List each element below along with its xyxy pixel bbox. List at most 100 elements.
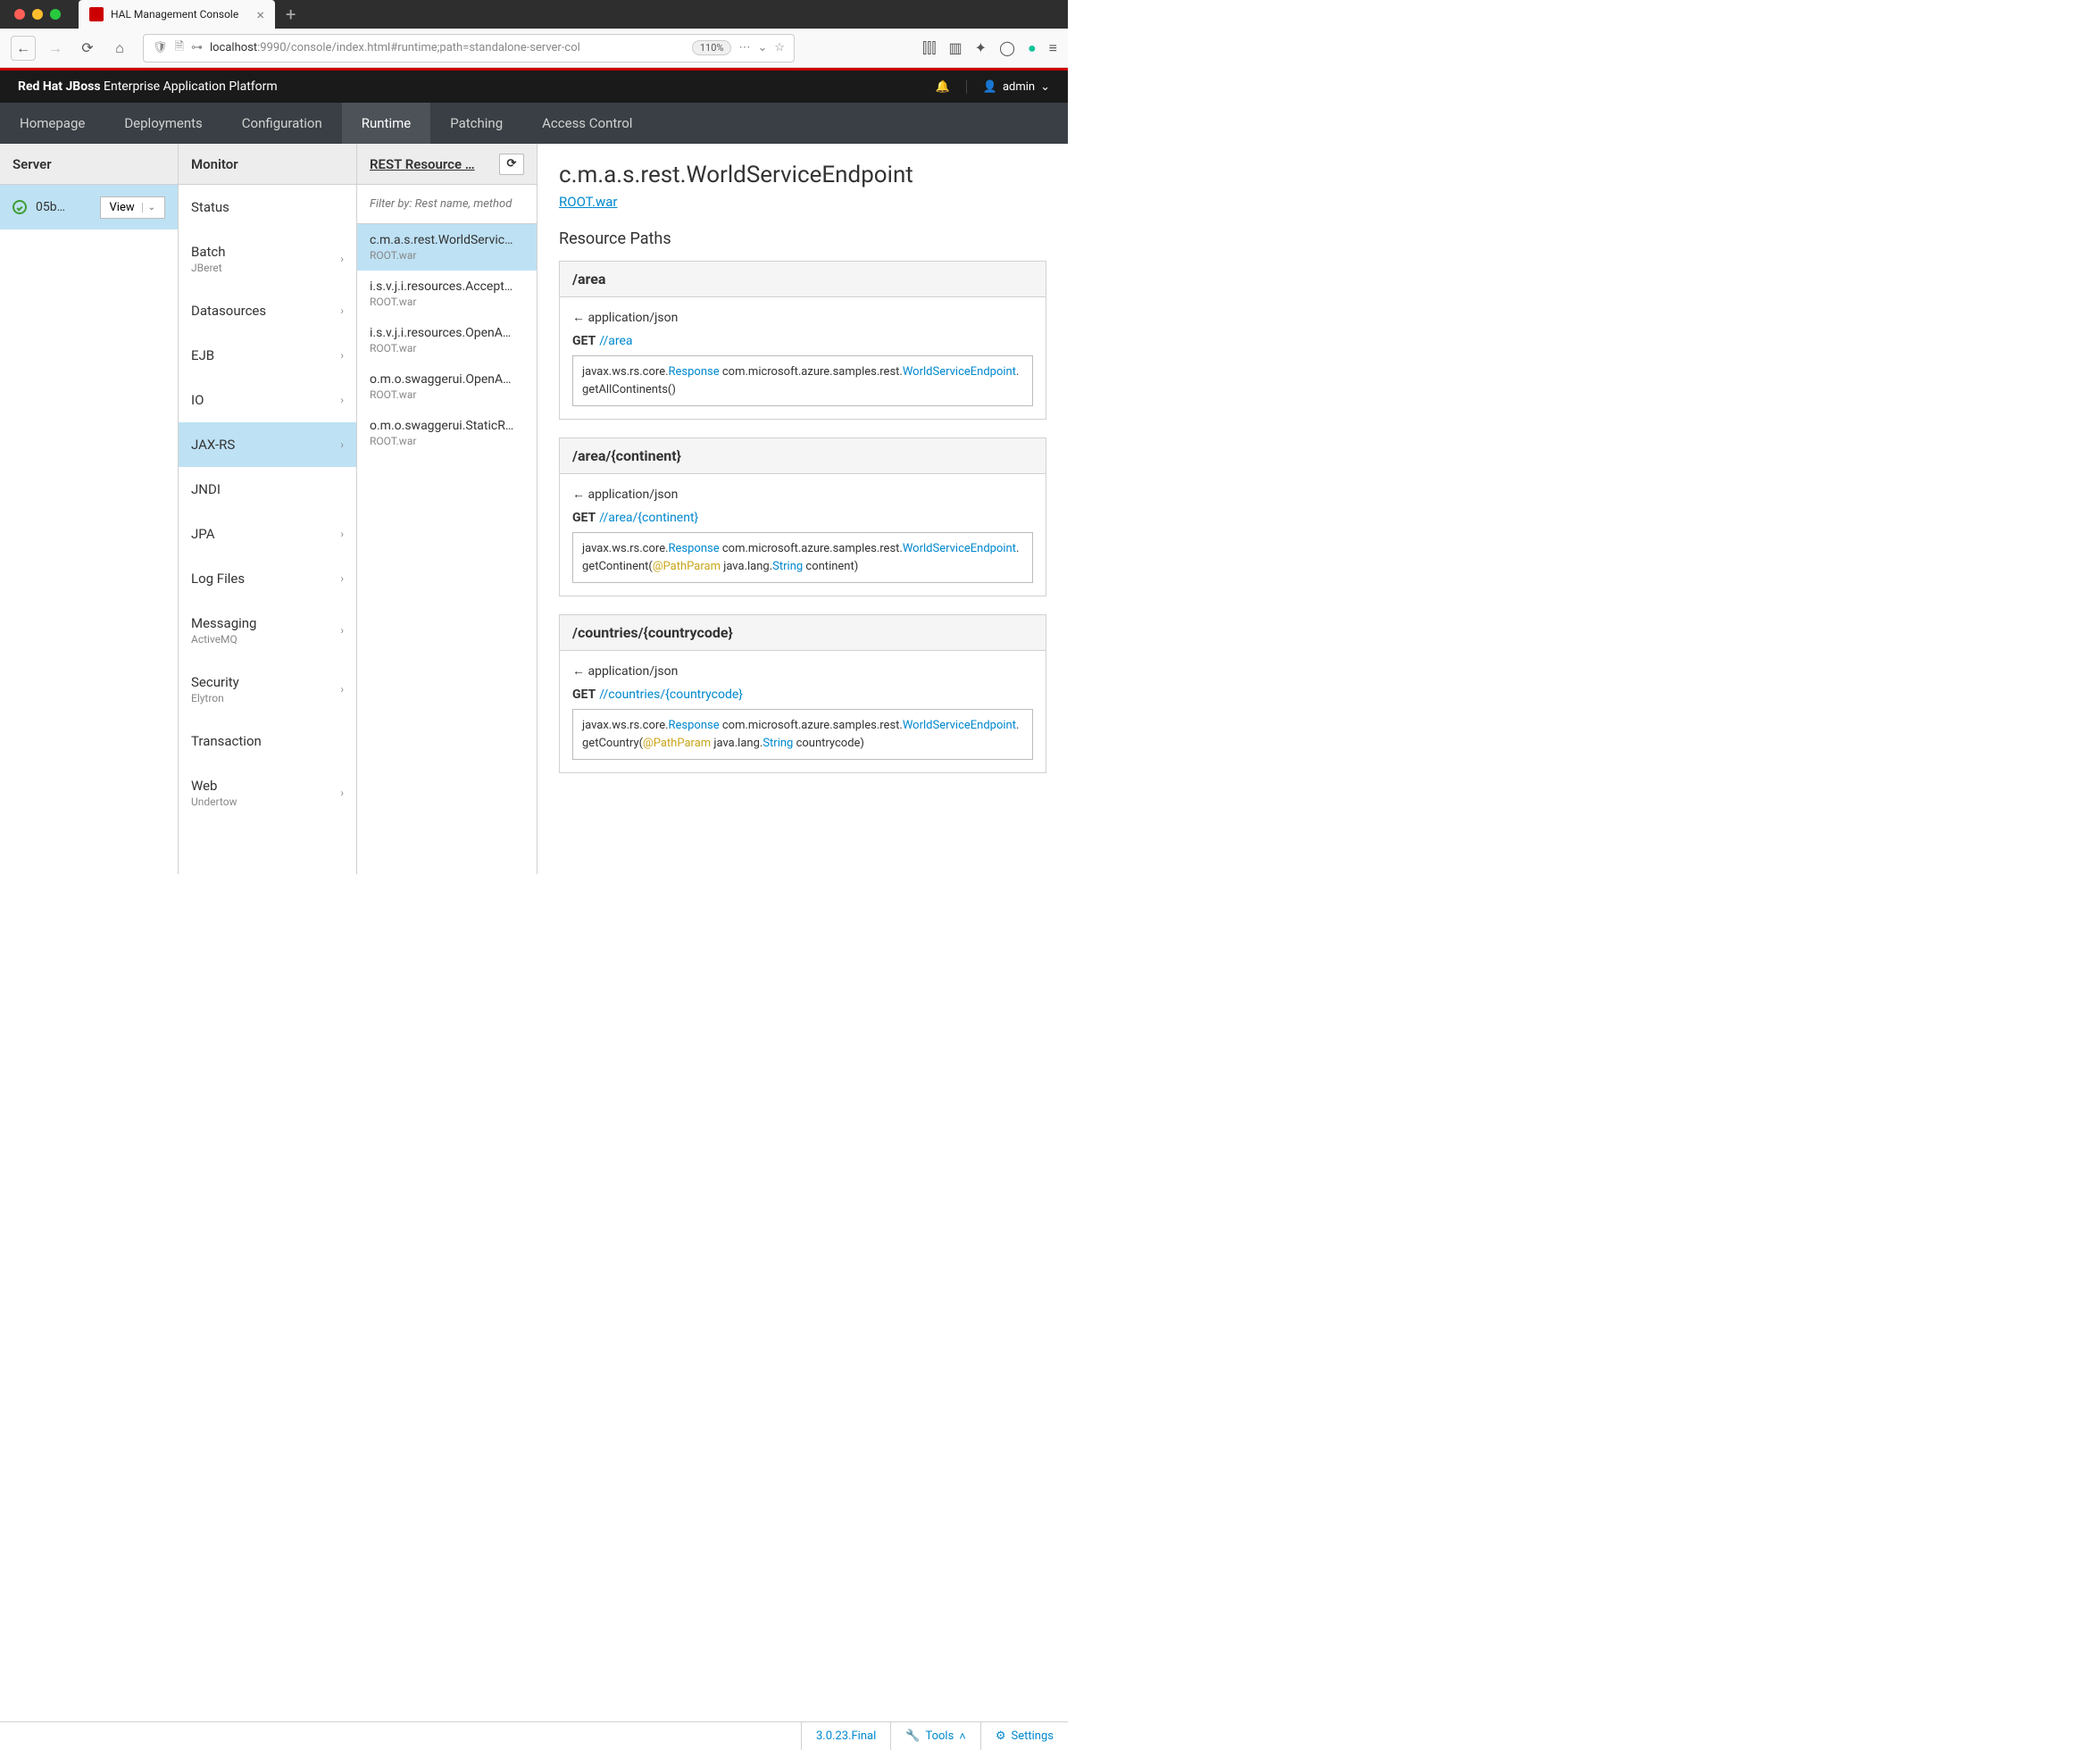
resource-url-link[interactable]: //area/{continent}	[599, 511, 698, 525]
bookmark-icon[interactable]: ☆	[774, 41, 785, 54]
browser-tab[interactable]: HAL Management Console ×	[79, 0, 275, 29]
monitor-item-label: JAX-RS	[191, 437, 235, 453]
resource-method-line: GET//area	[572, 334, 1033, 348]
rest-resource-item[interactable]: o.m.o.swaggerui.OpenA…ROOT.war	[357, 363, 537, 410]
rest-item-title: o.m.o.swaggerui.StaticR…	[370, 419, 524, 433]
sidebar-icon[interactable]: ▥	[949, 39, 962, 56]
deployment-link[interactable]: ROOT.war	[559, 194, 618, 210]
monitor-item-messaging[interactable]: MessagingActiveMQ›	[179, 601, 356, 660]
minimize-window-icon[interactable]	[32, 9, 43, 20]
close-tab-icon[interactable]: ×	[256, 6, 264, 23]
code-signature: javax.ws.rs.core.Response com.microsoft.…	[572, 532, 1033, 583]
rest-item-subtitle: ROOT.war	[370, 388, 524, 401]
monitor-item-io[interactable]: IO›	[179, 378, 356, 422]
rest-column: REST Resource … ⟳ c.m.a.s.rest.WorldServ…	[357, 144, 538, 874]
refresh-button[interactable]: ⟳	[499, 154, 524, 175]
monitor-item-ejb[interactable]: EJB›	[179, 333, 356, 378]
monitor-item-transaction[interactable]: Transaction	[179, 719, 356, 763]
reload-icon[interactable]: ⟳	[75, 36, 100, 61]
monitor-item-subtitle: Undertow	[191, 796, 238, 808]
monitor-item-log-files[interactable]: Log Files›	[179, 556, 356, 601]
monitor-item-status[interactable]: Status	[179, 185, 356, 229]
more-icon[interactable]: ⋯	[738, 41, 750, 54]
browser-toolbar: ← → ⟳ ⌂ 🛡 🗎 ⊶ localhost:9990/console/ind…	[0, 29, 1068, 68]
tools-menu[interactable]: 🔧Tools˄	[890, 1722, 980, 1750]
nav-item-runtime[interactable]: Runtime	[342, 103, 430, 144]
resource-block: /area← application/jsonGET//areajavax.ws…	[559, 261, 1046, 420]
maximize-window-icon[interactable]	[50, 9, 61, 20]
address-bar[interactable]: 🛡 🗎 ⊶ localhost:9990/console/index.html#…	[143, 34, 795, 62]
chevron-right-icon: ›	[340, 572, 344, 585]
rest-item-title: c.m.a.s.rest.WorldServic…	[370, 233, 524, 247]
monitor-item-security[interactable]: SecurityElytron›	[179, 660, 356, 719]
new-tab-button[interactable]: +	[286, 4, 296, 25]
nav-item-homepage[interactable]: Homepage	[0, 103, 104, 144]
app-header: Red Hat JBoss Enterprise Application Pla…	[0, 71, 1068, 103]
rest-resource-item[interactable]: o.m.o.swaggerui.StaticR…ROOT.war	[357, 410, 537, 456]
view-button[interactable]: View⌄	[100, 196, 166, 219]
settings-link[interactable]: ⚙Settings	[980, 1722, 1068, 1750]
rest-resource-item[interactable]: i.s.v.j.i.resources.Accept…ROOT.war	[357, 271, 537, 317]
monitor-item-label: Web	[191, 778, 238, 794]
chevron-right-icon: ›	[340, 253, 344, 265]
resource-url-link[interactable]: //countries/{countrycode}	[599, 688, 743, 702]
key-icon: ⊶	[191, 41, 203, 54]
resource-block: /area/{continent}← application/jsonGET//…	[559, 438, 1046, 596]
rest-item-subtitle: ROOT.war	[370, 342, 524, 354]
user-icon: 👤	[983, 80, 997, 94]
monitor-item-label: JPA	[191, 526, 215, 542]
grammarly-icon[interactable]: ●	[1028, 39, 1037, 57]
nav-item-access-control[interactable]: Access Control	[522, 103, 652, 144]
monitor-item-jax-rs[interactable]: JAX-RS›	[179, 422, 356, 467]
rest-resource-item[interactable]: i.s.v.j.i.resources.OpenA…ROOT.war	[357, 317, 537, 363]
version-link[interactable]: 3.0.23.Final	[801, 1722, 890, 1750]
monitor-item-jpa[interactable]: JPA›	[179, 512, 356, 556]
filter-row	[357, 185, 537, 224]
forward-icon[interactable]: →	[43, 36, 68, 61]
nav-item-deployments[interactable]: Deployments	[104, 103, 221, 144]
bell-icon[interactable]: 🔔	[936, 80, 950, 94]
pocket-icon[interactable]: ⌄	[757, 41, 767, 54]
favicon-icon	[89, 7, 104, 21]
monitor-item-datasources[interactable]: Datasources›	[179, 288, 356, 333]
user-menu[interactable]: 👤 admin ⌄	[966, 80, 1050, 94]
chevron-right-icon: ›	[340, 624, 344, 637]
monitor-item-subtitle: ActiveMQ	[191, 633, 256, 646]
server-column: Server 05b… View⌄	[0, 144, 179, 874]
account-icon[interactable]: ◯	[999, 39, 1015, 56]
resource-path: /area/{continent}	[560, 438, 1046, 474]
monitor-item-label: JNDI	[191, 481, 221, 497]
menu-icon[interactable]: ≡	[1049, 39, 1057, 57]
chevron-right-icon: ›	[340, 304, 344, 317]
shield-icon[interactable]: 🛡	[153, 41, 168, 54]
tab-title: HAL Management Console	[111, 8, 249, 21]
zoom-badge[interactable]: 110%	[692, 40, 732, 55]
brand-text: Red Hat JBoss Enterprise Application Pla…	[18, 79, 278, 94]
rest-item-title: o.m.o.swaggerui.OpenA…	[370, 372, 524, 387]
monitor-item-jndi[interactable]: JNDI	[179, 467, 356, 512]
rest-resource-item[interactable]: c.m.a.s.rest.WorldServic…ROOT.war	[357, 224, 537, 271]
resource-path: /area	[560, 262, 1046, 297]
home-icon[interactable]: ⌂	[107, 36, 132, 61]
monitor-item-web[interactable]: Web Undertow ›	[179, 763, 356, 822]
close-window-icon[interactable]	[14, 9, 25, 20]
back-icon[interactable]: ←	[11, 36, 36, 61]
extension-icon[interactable]: ✦	[975, 39, 987, 56]
nav-item-patching[interactable]: Patching	[430, 103, 522, 144]
monitor-item-label: EJB	[191, 347, 214, 363]
resource-url-link[interactable]: //area	[599, 334, 632, 348]
user-name: admin	[1003, 80, 1035, 94]
monitor-item-subtitle: JBeret	[191, 262, 226, 274]
server-row[interactable]: 05b… View⌄	[0, 185, 178, 229]
chevron-down-icon[interactable]: ⌄	[142, 203, 155, 212]
library-icon[interactable]: ⫿⫿⫿	[922, 39, 936, 57]
monitor-item-label: Security	[191, 674, 239, 690]
page-title: c.m.a.s.rest.WorldServiceEndpoint	[559, 162, 1046, 188]
filter-input[interactable]	[370, 197, 524, 211]
rest-header-link[interactable]: REST Resource …	[370, 156, 475, 172]
page-info-icon[interactable]: 🗎	[175, 38, 184, 58]
monitor-item-batch[interactable]: BatchJBeret›	[179, 229, 356, 288]
nav-item-configuration[interactable]: Configuration	[222, 103, 342, 144]
rest-item-subtitle: ROOT.war	[370, 296, 524, 308]
chevron-right-icon: ›	[340, 787, 344, 799]
